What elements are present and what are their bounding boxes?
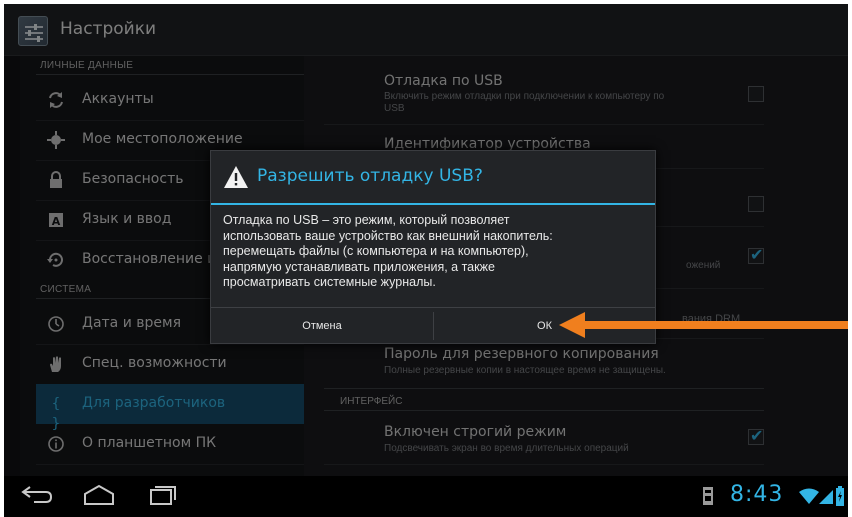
signal-icon bbox=[819, 488, 833, 508]
dialog-message: Отладка по USB – это режим, который позв… bbox=[223, 213, 553, 289]
system-navigation-bar: 8:43 bbox=[4, 476, 848, 517]
status-clock: 8:43 bbox=[730, 482, 784, 507]
warning-icon bbox=[223, 165, 249, 193]
back-icon[interactable] bbox=[20, 484, 54, 510]
cancel-button[interactable]: Отмена bbox=[211, 308, 433, 344]
recent-apps-icon[interactable] bbox=[148, 484, 178, 510]
dialog-title: Разрешить отладку USB? bbox=[257, 166, 483, 186]
annotation-arrow-icon bbox=[559, 310, 848, 344]
home-icon[interactable] bbox=[82, 484, 116, 510]
dialog-title-divider bbox=[211, 203, 655, 205]
storage-notification-icon[interactable] bbox=[701, 486, 715, 510]
battery-icon bbox=[835, 486, 845, 510]
wifi-icon bbox=[799, 488, 819, 508]
dialog-title-row: Разрешить отладку USB? bbox=[211, 151, 655, 203]
tablet-screen: Настройки ЛИЧНЫЕ ДАННЫЕ Аккаунты Мое мес… bbox=[4, 4, 848, 517]
